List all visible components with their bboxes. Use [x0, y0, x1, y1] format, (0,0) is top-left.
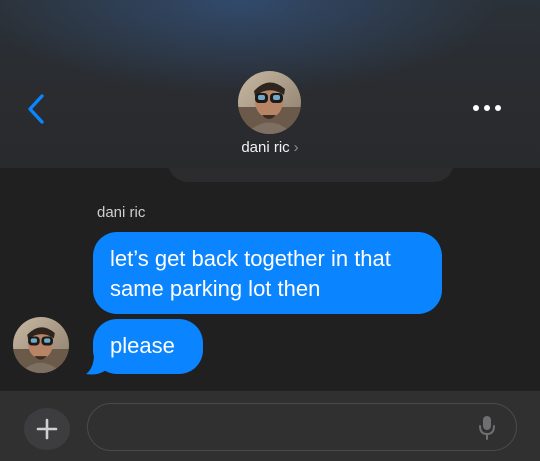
conversation-header: dani ric ›: [0, 0, 540, 168]
message-text: please: [110, 333, 175, 358]
sender-avatar[interactable]: [13, 317, 69, 373]
sender-name-label: dani ric: [97, 204, 146, 221]
message-bubble[interactable]: please: [93, 319, 203, 374]
messages-screen: dani ric › dani ric let’s get back togeth…: [0, 0, 540, 461]
microphone-icon: [479, 416, 495, 440]
message-bubble[interactable]: let’s get back together in that same par…: [93, 232, 442, 314]
avatar-photo: [13, 317, 69, 373]
contact-avatar[interactable]: [238, 71, 301, 134]
contact-name-button[interactable]: dani ric ›: [0, 139, 540, 156]
composer-bar: [0, 391, 540, 461]
back-button[interactable]: [24, 92, 54, 126]
message-text: let’s get back together in that same par…: [110, 246, 391, 301]
more-options-button[interactable]: [470, 98, 504, 120]
chevron-left-icon: [28, 94, 44, 124]
avatar-photo: [238, 71, 301, 134]
plus-icon: [36, 418, 58, 440]
add-attachment-button[interactable]: [24, 408, 70, 450]
contact-name: dani ric: [241, 139, 290, 156]
dictation-button[interactable]: [477, 415, 497, 441]
chevron-right-icon: ›: [293, 139, 299, 156]
message-input[interactable]: [87, 403, 517, 451]
